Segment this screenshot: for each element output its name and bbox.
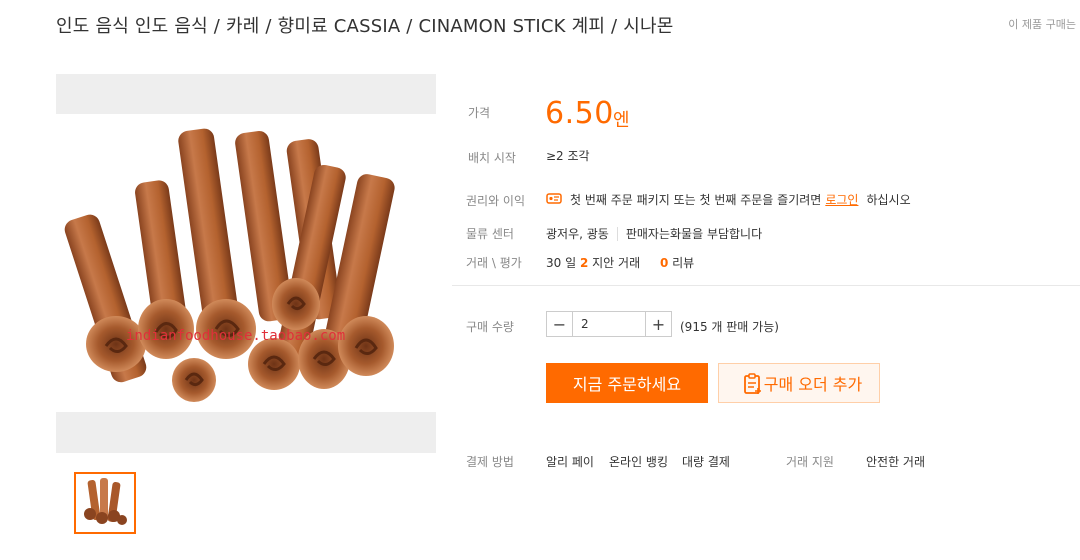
- logistics-row: 광저우, 광동 판매자는화물을 부담합니다: [546, 225, 762, 242]
- watermark-text: indianfoodhouse.taobao.com: [126, 328, 345, 344]
- payment-method: 대량 결제: [682, 455, 730, 469]
- login-link[interactable]: 로그인: [825, 191, 858, 208]
- price-label: 가격: [468, 106, 491, 120]
- trade-suffix: 지안 거래: [592, 256, 641, 270]
- section-divider: [452, 285, 1080, 286]
- thumbnail-cinnamon-illustration: [84, 478, 127, 525]
- payment-label: 결제 방법: [466, 455, 514, 469]
- trade-days: 30 일: [546, 256, 577, 270]
- increase-quantity-button[interactable]: +: [645, 312, 671, 336]
- decrease-quantity-button[interactable]: −: [547, 312, 573, 336]
- thumbnail-image[interactable]: [74, 472, 136, 534]
- quantity-stepper: − +: [546, 311, 672, 337]
- batch-label: 배치 시작: [468, 151, 516, 165]
- trade-count: 2: [579, 256, 589, 270]
- logistics-label: 물류 센터: [466, 227, 514, 241]
- support-label: 거래 지원: [786, 455, 834, 469]
- product-title: 인도 음식 인도 음식 / 카레 / 향미료 CASSIA / CINAMON …: [56, 16, 674, 37]
- cinnamon-photo: indianfoodhouse.taobao.com: [56, 114, 436, 412]
- stock-available: (915 개 판매 가능): [680, 320, 779, 334]
- price-unit: 엔: [613, 110, 630, 131]
- review-count[interactable]: 0: [660, 256, 668, 270]
- add-to-cart-label: 구매 오더 추가: [763, 375, 863, 394]
- clipboard-icon: [743, 373, 763, 399]
- batch-value: ≥2 조각: [546, 149, 590, 163]
- logistics-shipping: 판매자는화물을 부담합니다: [625, 227, 763, 241]
- benefits-text: 첫 번째 주문 패키지 또는 첫 번째 주문을 즐기려면: [570, 193, 822, 207]
- add-to-cart-button[interactable]: 구매 오더 추가: [718, 363, 880, 403]
- trade-row: 30 일 2 지안 거래 0 리뷰: [546, 254, 694, 271]
- support-value: 안전한 거래: [866, 455, 926, 469]
- benefits-label: 권리와 이익: [466, 194, 526, 208]
- payment-method: 알리 페이: [546, 455, 594, 469]
- purchase-notice-link[interactable]: 이 제품 구매는: [1008, 16, 1076, 32]
- buy-now-button[interactable]: 지금 주문하세요: [546, 363, 708, 403]
- price-value: 6.50: [545, 96, 614, 131]
- cinnamon-sticks-illustration: indianfoodhouse.taobao.com: [64, 128, 395, 402]
- benefits-suffix: 하십시오: [866, 193, 911, 207]
- quantity-label: 구매 수량: [466, 320, 514, 334]
- divider: [616, 226, 618, 241]
- payment-method: 온라인 뱅킹: [609, 455, 669, 469]
- logistics-location: 광저우, 광동: [546, 227, 609, 241]
- review-label[interactable]: 리뷰: [672, 256, 694, 270]
- benefits-row: 첫 번째 주문 패키지 또는 첫 번째 주문을 즐기려면 로그인 하십시오: [546, 191, 911, 208]
- trade-label: 거래 \ 평가: [466, 256, 522, 270]
- main-product-image: indianfoodhouse.taobao.com: [56, 74, 436, 453]
- coupon-icon: [546, 191, 562, 208]
- quantity-input[interactable]: [573, 312, 645, 336]
